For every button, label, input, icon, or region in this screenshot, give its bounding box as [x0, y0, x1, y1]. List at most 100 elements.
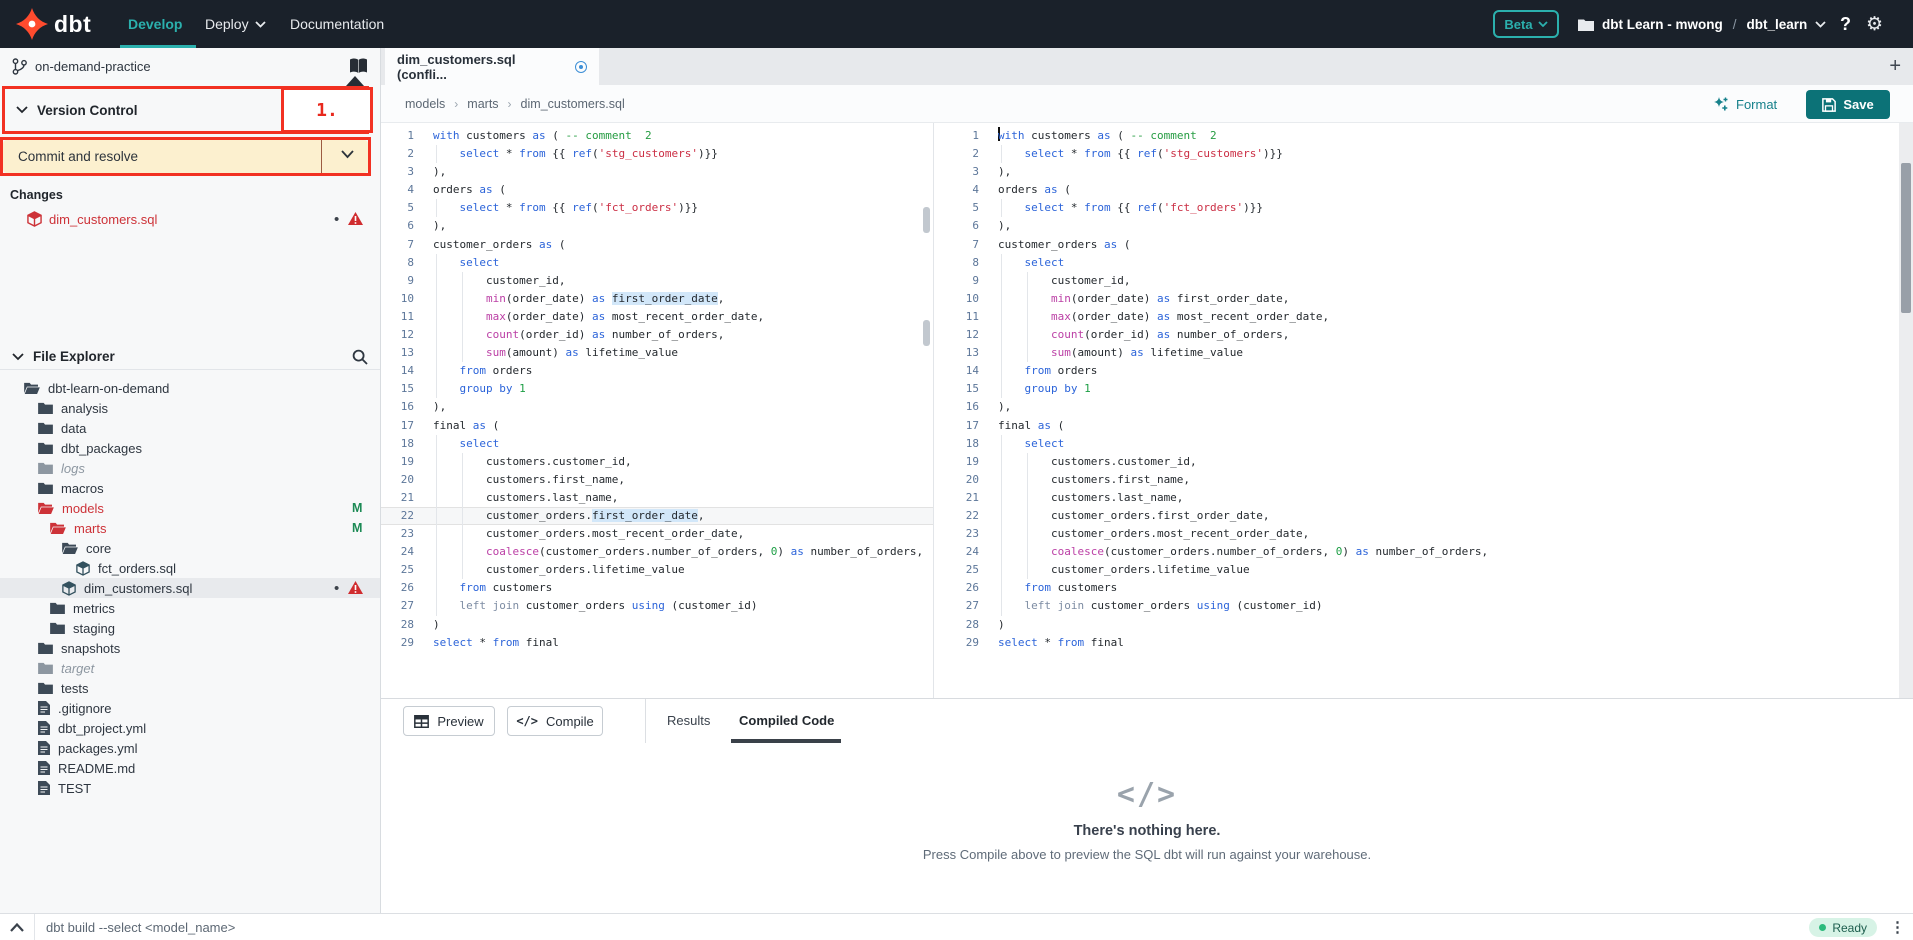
code-line-6: 6), — [946, 217, 1899, 235]
git-modified-badge: M — [352, 521, 362, 535]
line-number: 9 — [381, 272, 414, 290]
model-cube-icon — [27, 211, 42, 227]
tree-item-label: dim_customers.sql — [84, 581, 192, 596]
tree-item-dbt-learn-on-demand[interactable]: dbt-learn-on-demand — [0, 378, 380, 398]
tree-item-snapshots[interactable]: snapshots — [0, 638, 380, 658]
tree-item-label: logs — [61, 461, 85, 476]
code-line-27: 27 left join customer_orders using (cust… — [381, 597, 933, 615]
code-line-25: 25 customer_orders.lifetime_value — [946, 561, 1899, 579]
nav-develop[interactable]: Develop — [128, 0, 182, 48]
sidebar: on-demand-practice Version Control 1. Co… — [0, 48, 381, 913]
search-icon[interactable] — [352, 349, 368, 365]
line-number: 29 — [381, 634, 414, 652]
new-tab-button[interactable]: + — [1889, 48, 1901, 85]
beta-dropdown[interactable]: Beta — [1493, 10, 1559, 38]
code-line-21: 21 customers.last_name, — [381, 489, 933, 507]
tree-item-dbt-packages[interactable]: dbt_packages — [0, 438, 380, 458]
format-button[interactable]: Format — [1712, 85, 1777, 123]
tree-item-label: README.md — [58, 761, 135, 776]
tree-item-tests[interactable]: tests — [0, 678, 380, 698]
develop-active-underline — [120, 45, 196, 48]
save-button[interactable]: Save — [1806, 90, 1890, 119]
file-icon — [38, 781, 50, 795]
unsaved-indicator-icon — [575, 61, 587, 73]
code-line-19: 19 customers.customer_id, — [381, 453, 933, 471]
code-line-8: 8 select — [946, 254, 1899, 272]
line-number: 12 — [946, 326, 979, 344]
editor-pane-left[interactable]: 1with customers as ( -- comment 22 selec… — [381, 123, 934, 698]
help-button[interactable]: ? — [1840, 0, 1851, 48]
chevron-down-icon — [1538, 21, 1548, 27]
tree-item-label: core — [86, 541, 111, 556]
tree-item-label: metrics — [73, 601, 115, 616]
breadcrumb-file[interactable]: dim_customers.sql — [521, 97, 625, 111]
breadcrumb-marts[interactable]: marts — [467, 97, 498, 111]
line-number: 20 — [381, 471, 414, 489]
tree-item-dim-customers-sql[interactable]: dim_customers.sql• — [0, 578, 380, 598]
kebab-menu-icon[interactable]: ⋮ — [1890, 914, 1905, 940]
commit-and-resolve-button[interactable]: Commit and resolve — [3, 140, 368, 173]
code-brackets-icon: </> — [516, 714, 538, 728]
tree-item-target[interactable]: target — [0, 658, 380, 678]
code-line-20: 20 customers.first_name, — [946, 471, 1899, 489]
tree-item-models[interactable]: modelsM — [0, 498, 380, 518]
status-bar: dbt build --select <model_name> Ready ⋮ — [0, 913, 1913, 940]
file-explorer-header[interactable]: File Explorer — [0, 344, 380, 370]
tree-item-logs[interactable]: logs — [0, 458, 380, 478]
editor-pane-right[interactable]: 1with customers as ( -- comment 22 selec… — [946, 123, 1899, 698]
preview-button[interactable]: Preview — [403, 706, 495, 736]
code-line-23: 23 customer_orders.most_recent_order_dat… — [946, 525, 1899, 543]
dbt-logo-text: dbt — [54, 11, 91, 38]
tree-item-analysis[interactable]: analysis — [0, 398, 380, 418]
tree-item-staging[interactable]: staging — [0, 618, 380, 638]
tree-item-packages-yml[interactable]: packages.yml — [0, 738, 380, 758]
ready-dot-icon — [1819, 924, 1826, 931]
code-line-26: 26 from customers — [381, 579, 933, 597]
tree-item-label: data — [61, 421, 86, 436]
settings-gear-icon[interactable]: ⚙ — [1866, 0, 1883, 48]
tree-item-dbt-project-yml[interactable]: dbt_project.yml — [0, 718, 380, 738]
tree-item-marts[interactable]: martsM — [0, 518, 380, 538]
line-number: 20 — [946, 471, 979, 489]
line-number: 28 — [381, 616, 414, 634]
docs-book-icon[interactable] — [349, 58, 368, 74]
dbt-logo[interactable]: dbt — [16, 8, 91, 40]
nav-deploy[interactable]: Deploy — [205, 0, 266, 48]
line-number: 21 — [946, 489, 979, 507]
breadcrumb-models[interactable]: models — [405, 97, 445, 111]
chevron-down-icon[interactable] — [341, 150, 354, 159]
line-number: 7 — [946, 236, 979, 254]
tree-item-macros[interactable]: macros — [0, 478, 380, 498]
tree-item-core[interactable]: core — [0, 538, 380, 558]
code-line-26: 26 from customers — [946, 579, 1899, 597]
tab-dim-customers[interactable]: dim_customers.sql (confli... — [385, 48, 599, 85]
nav-documentation[interactable]: Documentation — [290, 0, 384, 48]
code-line-1: 1with customers as ( -- comment 2 — [946, 127, 1899, 145]
expand-panel-caret-icon[interactable] — [10, 914, 24, 940]
file-icon — [38, 721, 50, 735]
tree-item--gitignore[interactable]: .gitignore — [0, 698, 380, 718]
left-scrollbar-mark[interactable] — [923, 320, 930, 346]
line-number: 2 — [381, 145, 414, 163]
tree-item-fct-orders-sql[interactable]: fct_orders.sql — [0, 558, 380, 578]
changed-file-row[interactable]: dim_customers.sql • — [0, 208, 380, 230]
tree-item-readme-md[interactable]: README.md — [0, 758, 380, 778]
tree-item-test[interactable]: TEST — [0, 778, 380, 798]
tab-compiled-code[interactable]: Compiled Code — [739, 699, 834, 743]
account-project-switcher[interactable]: dbt Learn - mwong / dbt_learn — [1578, 0, 1826, 48]
line-number: 11 — [946, 308, 979, 326]
line-number: 3 — [381, 163, 414, 181]
tree-item-label: packages.yml — [58, 741, 137, 756]
branch-row[interactable]: on-demand-practice — [0, 48, 380, 84]
compile-button[interactable]: </> Compile — [507, 706, 603, 736]
command-input[interactable]: dbt build --select <model_name> — [46, 914, 235, 940]
right-scrollbar-thumb[interactable] — [1901, 163, 1911, 313]
right-scrollbar-track[interactable] — [1899, 123, 1913, 698]
line-number: 5 — [381, 199, 414, 217]
tab-results[interactable]: Results — [667, 699, 710, 743]
left-scrollbar-mark[interactable] — [923, 207, 930, 233]
toolbar-divider — [645, 699, 646, 743]
tree-item-metrics[interactable]: metrics — [0, 598, 380, 618]
version-control-header[interactable]: Version Control — [16, 89, 138, 131]
tree-item-data[interactable]: data — [0, 418, 380, 438]
